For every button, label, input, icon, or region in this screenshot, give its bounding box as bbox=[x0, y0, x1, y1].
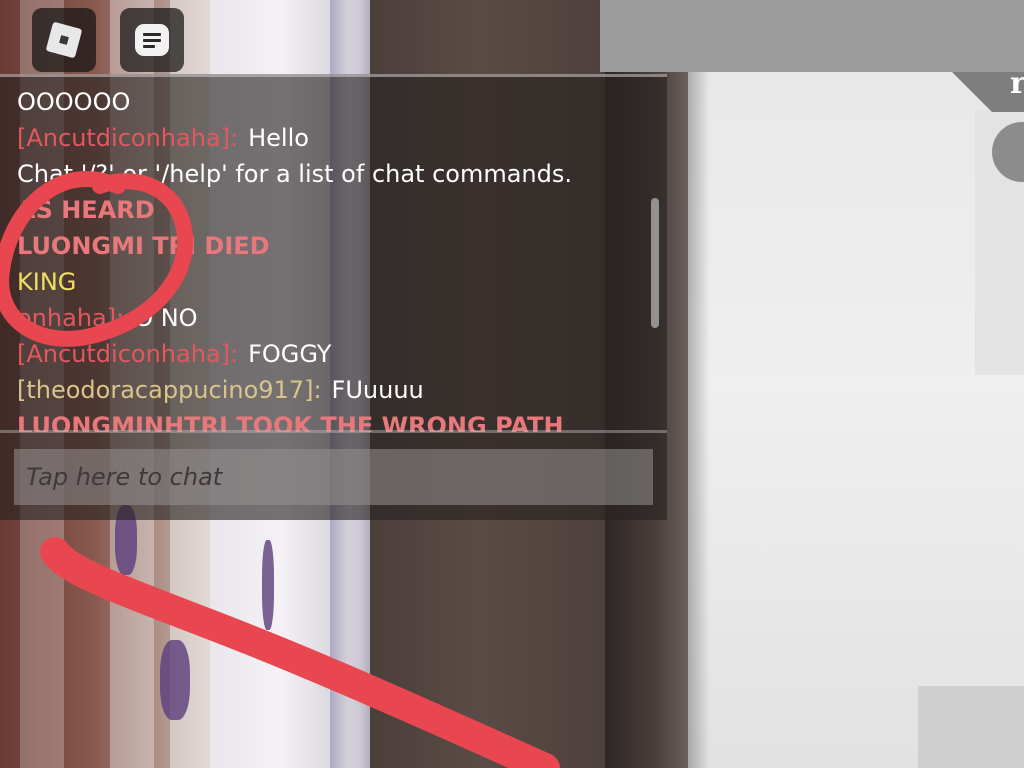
lit-room bbox=[688, 0, 1024, 768]
chat-divider bbox=[0, 430, 667, 433]
hud-letter: r bbox=[1010, 66, 1024, 101]
chat-window[interactable]: OOOOOO [Ancutdiconhaha]: Hello Chat '/?' or… bbox=[0, 74, 667, 520]
chat-text: Chat '/?' or '/help' for a list of chat … bbox=[17, 160, 573, 188]
chat-text: OOOOOO bbox=[17, 88, 131, 116]
floor-panel bbox=[918, 686, 1024, 768]
chat-speaker[interactable]: [theodoracappucino917]: bbox=[17, 376, 322, 404]
chat-message: Chat '/?' or '/help' for a list of chat … bbox=[17, 156, 640, 192]
purple-mark bbox=[160, 640, 190, 720]
chat-text: AS HEARD bbox=[17, 196, 155, 224]
chat-input[interactable] bbox=[14, 449, 653, 505]
chat-speaker[interactable]: [Ancutdiconhaha]: bbox=[17, 340, 238, 368]
chat-icon bbox=[135, 24, 169, 56]
chat-text: FOGGY bbox=[248, 340, 332, 368]
roblox-menu-button[interactable] bbox=[32, 8, 96, 72]
chat-top-border bbox=[0, 74, 667, 77]
chat-speaker[interactable]: onhaha]: bbox=[17, 304, 124, 332]
ceiling bbox=[600, 0, 1024, 72]
chat-text: O NO bbox=[134, 304, 198, 332]
chat-text: LUONGMI TRI DIED bbox=[17, 232, 270, 260]
chat-message: [Ancutdiconhaha]: Hello bbox=[17, 120, 640, 156]
chat-text: LUONGMINHTRI TOOK THE WRONG PATH bbox=[17, 412, 564, 432]
purple-mark bbox=[262, 540, 274, 630]
chat-text: FUuuuu bbox=[331, 376, 424, 404]
chat-log[interactable]: OOOOOO [Ancutdiconhaha]: Hello Chat '/?' or… bbox=[0, 84, 640, 432]
wall-shadow bbox=[688, 72, 710, 768]
chat-toggle-button[interactable] bbox=[120, 8, 184, 72]
chat-message: AS HEARD bbox=[17, 192, 640, 228]
chat-message: LUONGMI TRI DIED bbox=[17, 228, 640, 264]
chat-message: OOOOOO bbox=[17, 84, 640, 120]
chat-message: KING bbox=[17, 264, 640, 300]
chat-message: [theodoracappucino917]: FUuuuu bbox=[17, 372, 640, 408]
chat-speaker[interactable]: [Ancutdiconhaha]: bbox=[17, 124, 238, 152]
chat-text: Hello bbox=[248, 124, 309, 152]
chat-message: LUONGMINHTRI TOOK THE WRONG PATH bbox=[17, 408, 640, 432]
chat-scrollbar[interactable] bbox=[651, 198, 659, 328]
chat-message: [Ancutdiconhaha]: FOGGY bbox=[17, 336, 640, 372]
chat-message: onhaha]: O NO bbox=[17, 300, 640, 336]
chat-text: KING bbox=[17, 268, 77, 296]
roblox-logo-icon bbox=[45, 21, 83, 59]
